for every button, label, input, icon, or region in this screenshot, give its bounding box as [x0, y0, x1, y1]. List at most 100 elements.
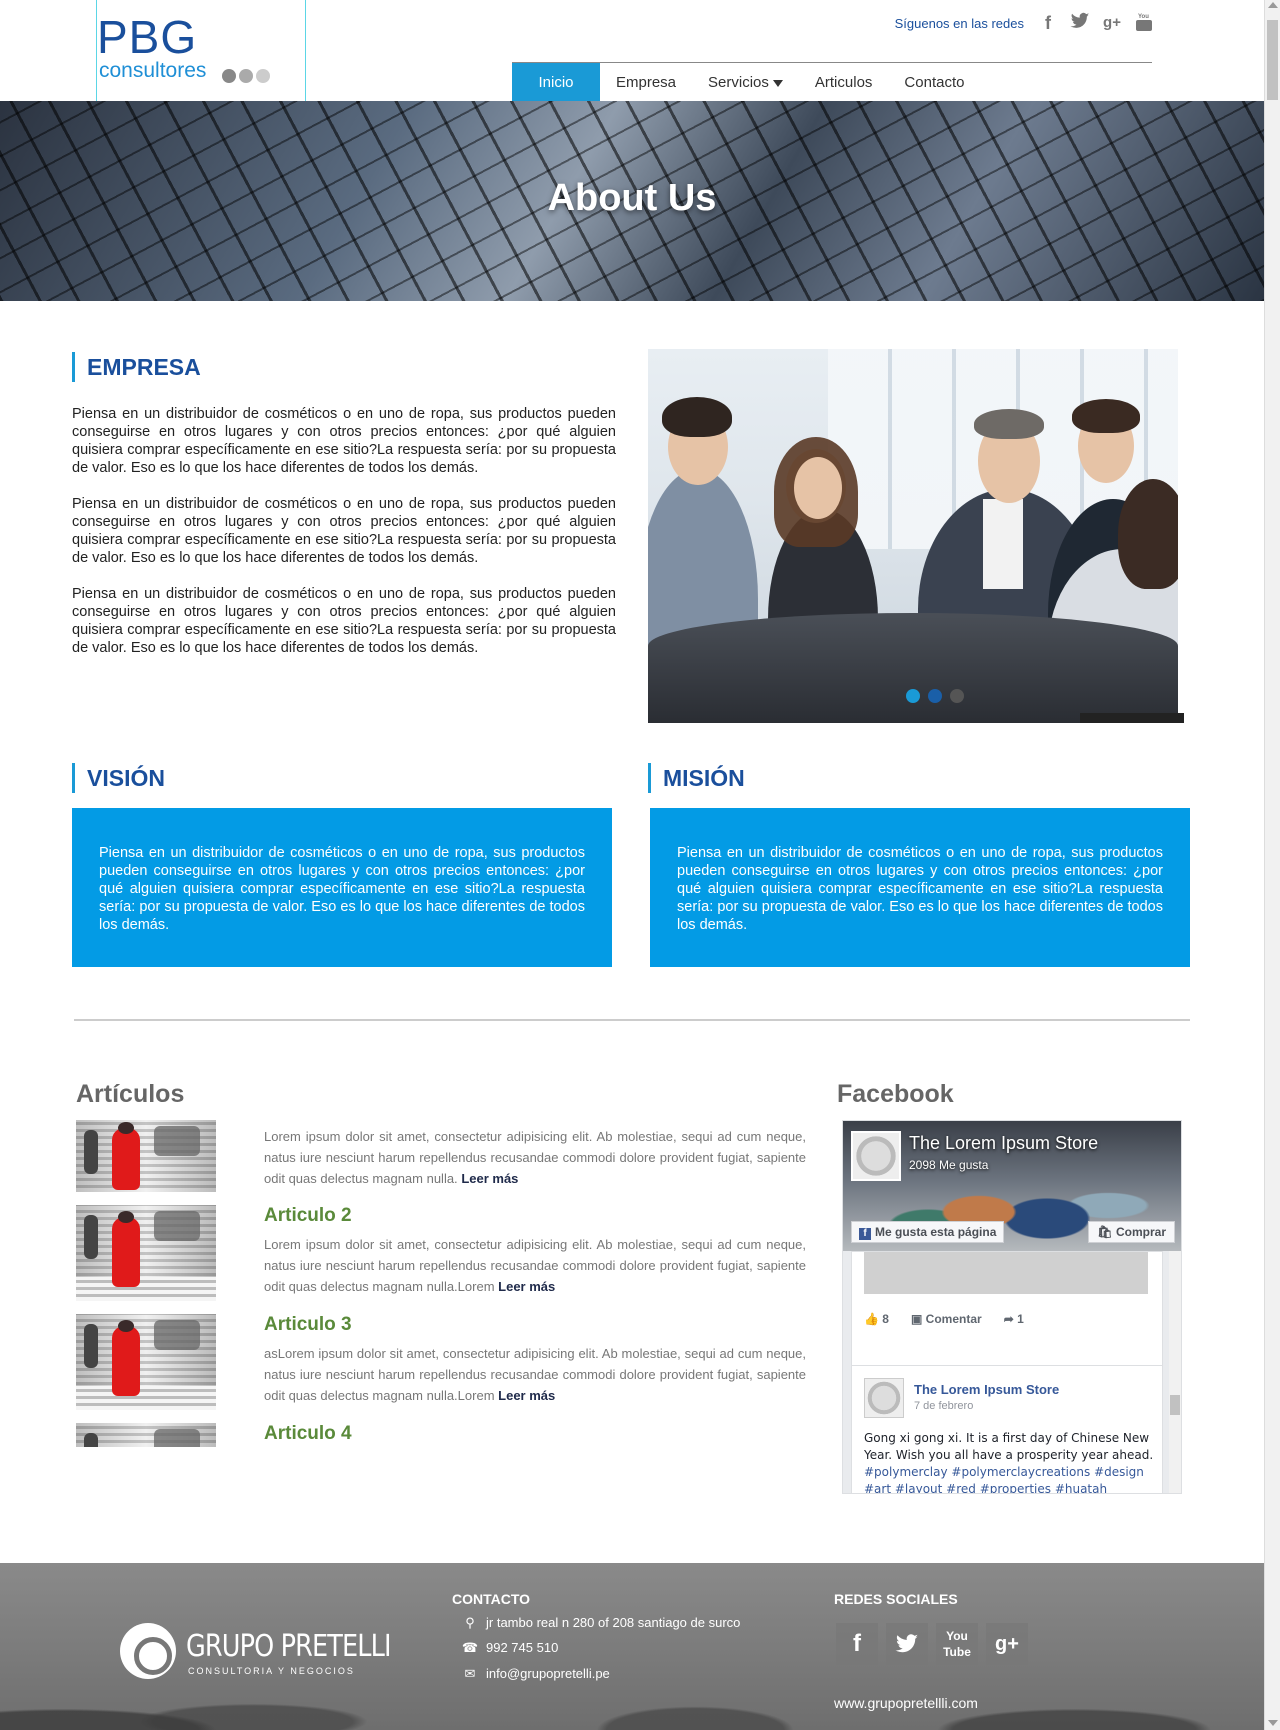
- facebook-widget: The Lorem Ipsum Store 2098 Me gusta f Me …: [842, 1120, 1182, 1494]
- facebook-icon[interactable]: f: [836, 1623, 878, 1665]
- footer-address: ⚲ jr tambo real n 280 of 208 santiago de …: [460, 1615, 740, 1631]
- nav-item-articulos[interactable]: Articulos: [799, 63, 889, 101]
- facebook-post-author[interactable]: The Lorem Ipsum Store: [914, 1382, 1059, 1397]
- scroll-down-icon[interactable]: [1268, 1720, 1278, 1726]
- slider-dot[interactable]: [950, 689, 964, 703]
- facebook-post-text: Gong xi gong xi. It is a first day of Ch…: [864, 1431, 1154, 1462]
- footer-brand-sub: CONSULTORIA Y NEGOCIOS: [188, 1666, 355, 1676]
- shopping-bag-icon: 🛍: [1097, 1225, 1113, 1239]
- footer-email[interactable]: ✉ info@grupopretelli.pe: [460, 1666, 610, 1682]
- read-more-link[interactable]: Leer más: [498, 1388, 555, 1403]
- article-title[interactable]: Articulo 4: [264, 1423, 352, 1445]
- article-item: Lorem ipsum dolor sit amet, consectetur …: [76, 1120, 806, 1200]
- nav-item-contacto[interactable]: Contacto: [888, 63, 980, 101]
- read-more-link[interactable]: Leer más: [461, 1171, 518, 1186]
- article-item: Articulo 2 Lorem ipsum dolor sit amet, c…: [76, 1205, 806, 1305]
- youtube-icon[interactable]: You: [1134, 12, 1154, 34]
- logo-dots: [222, 69, 273, 88]
- facebook-buy-button-label: Comprar: [1115, 1225, 1166, 1239]
- article-title[interactable]: Articulo 3: [264, 1314, 352, 1336]
- footer-brand: GRUPO PRETELLI: [186, 1629, 391, 1664]
- facebook-post: The Lorem Ipsum Store 7 de febrero Gong …: [851, 1365, 1163, 1493]
- facebook-page-avatar[interactable]: [851, 1131, 901, 1181]
- facebook-page-name[interactable]: The Lorem Ipsum Store: [909, 1133, 1098, 1154]
- twitter-icon[interactable]: [886, 1623, 928, 1665]
- slider-caption-bar: [1080, 713, 1184, 723]
- footer-address-text: jr tambo real n 280 of 208 santiago de s…: [486, 1615, 741, 1630]
- empresa-paragraph: Piensa en un distribuidor de cosméticos …: [72, 496, 616, 566]
- empresa-text: Piensa en un distribuidor de cosméticos …: [72, 405, 616, 675]
- nav-item-empresa[interactable]: Empresa: [600, 63, 692, 101]
- facebook-icon: f: [859, 1228, 871, 1240]
- slider-dots: [906, 689, 964, 703]
- hero-banner: About Us: [0, 101, 1264, 301]
- nav-item-inicio[interactable]: Inicio: [512, 63, 600, 101]
- article-thumbnail[interactable]: [76, 1314, 216, 1410]
- envelope-icon: ✉: [464, 1666, 476, 1681]
- footer-email-text: info@grupopretelli.pe: [486, 1666, 610, 1681]
- main-nav: Inicio Empresa Servicios Articulos Conta…: [512, 63, 980, 101]
- comment-action[interactable]: ▣ Comentar: [911, 1312, 982, 1326]
- facebook-like-count: 2098 Me gusta: [909, 1158, 989, 1172]
- facebook-scrollbar[interactable]: [1169, 1251, 1181, 1493]
- twitter-icon[interactable]: [1070, 12, 1090, 34]
- youtube-icon[interactable]: You Tube: [936, 1623, 978, 1665]
- google-plus-icon[interactable]: g+: [1102, 12, 1122, 34]
- footer-phone-text: 992 745 510: [486, 1640, 559, 1655]
- facebook-post-date[interactable]: 7 de febrero: [914, 1400, 973, 1412]
- thumbs-up-icon: 👍: [864, 1312, 879, 1326]
- page-scrollbar[interactable]: [1264, 0, 1280, 1730]
- nav-item-servicios[interactable]: Servicios: [692, 63, 799, 101]
- vision-box: Piensa en un distribuidor de cosméticos …: [72, 808, 612, 967]
- facebook-heading: Facebook: [837, 1080, 954, 1108]
- article-thumbnail[interactable]: [76, 1205, 216, 1301]
- footer-social-heading: REDES SOCIALES: [834, 1591, 958, 1607]
- empresa-heading: EMPRESA: [72, 352, 201, 382]
- site-header: PBG consultores Síguenos en las redes f …: [0, 0, 1264, 101]
- article-thumbnail[interactable]: [76, 1120, 216, 1192]
- mision-heading: MISIÓN: [648, 763, 745, 793]
- facebook-post-avatar[interactable]: [864, 1378, 904, 1418]
- mision-box: Piensa en un distribuidor de cosméticos …: [650, 808, 1190, 967]
- like-action[interactable]: 👍 8: [864, 1312, 889, 1326]
- scroll-thumb[interactable]: [1267, 20, 1278, 100]
- slider-dot[interactable]: [906, 689, 920, 703]
- facebook-buy-button[interactable]: 🛍 Comprar: [1088, 1221, 1175, 1243]
- facebook-cover-image: The Lorem Ipsum Store 2098 Me gusta f Me …: [843, 1121, 1181, 1251]
- svg-text:You: You: [1138, 14, 1149, 20]
- logo[interactable]: PBG consultores: [96, 0, 306, 101]
- footer-website[interactable]: www.grupopretellli.com: [834, 1695, 978, 1711]
- scroll-up-icon[interactable]: [1268, 2, 1278, 8]
- logo-sub-text: consultores: [99, 59, 207, 82]
- article-excerpt: asLorem ipsum dolor sit amet, consectetu…: [264, 1343, 806, 1406]
- empresa-slider-image: [648, 349, 1178, 723]
- facebook-post-image[interactable]: [864, 1252, 1148, 1294]
- article-excerpt: Lorem ipsum dolor sit amet, consectetur …: [264, 1126, 806, 1189]
- like-count: 8: [882, 1312, 889, 1326]
- facebook-icon[interactable]: f: [1038, 12, 1058, 34]
- slider-dot[interactable]: [928, 689, 942, 703]
- section-divider: [74, 1019, 1190, 1021]
- articulos-heading: Artículos: [76, 1080, 185, 1108]
- facebook-post: 👍 8 ▣ Comentar ➦ 1: [851, 1251, 1163, 1374]
- google-plus-icon[interactable]: g+: [986, 1623, 1028, 1665]
- facebook-like-button[interactable]: f Me gusta esta página: [851, 1221, 1005, 1243]
- share-icon: ➦: [1003, 1312, 1014, 1326]
- comment-icon: ▣: [910, 1312, 923, 1326]
- article-thumbnail[interactable]: [76, 1423, 216, 1447]
- social-top-bar: Síguenos en las redes f g+ You: [895, 12, 1154, 34]
- share-action[interactable]: ➦ 1: [1004, 1312, 1024, 1326]
- article-title[interactable]: Articulo 2: [264, 1205, 352, 1227]
- empresa-paragraph: Piensa en un distribuidor de cosméticos …: [72, 406, 616, 476]
- facebook-post-message: Gong xi gong xi. It is a first day of Ch…: [864, 1430, 1154, 1493]
- footer-logo-icon: [120, 1623, 176, 1679]
- share-count: 1: [1017, 1312, 1024, 1326]
- footer-contact-heading: CONTACTO: [452, 1591, 531, 1607]
- facebook-post-tags[interactable]: #polymerclay #polymerclaycreations #desi…: [864, 1465, 1144, 1493]
- read-more-link[interactable]: Leer más: [498, 1279, 555, 1294]
- phone-icon: ☎: [461, 1640, 479, 1655]
- article-item: Articulo 4: [76, 1423, 806, 1447]
- nav-item-servicios-label: Servicios: [708, 74, 769, 91]
- footer-phone: ☎ 992 745 510: [460, 1640, 558, 1656]
- site-footer: GRUPO PRETELLI CONSULTORIA Y NEGOCIOS CO…: [0, 1563, 1264, 1730]
